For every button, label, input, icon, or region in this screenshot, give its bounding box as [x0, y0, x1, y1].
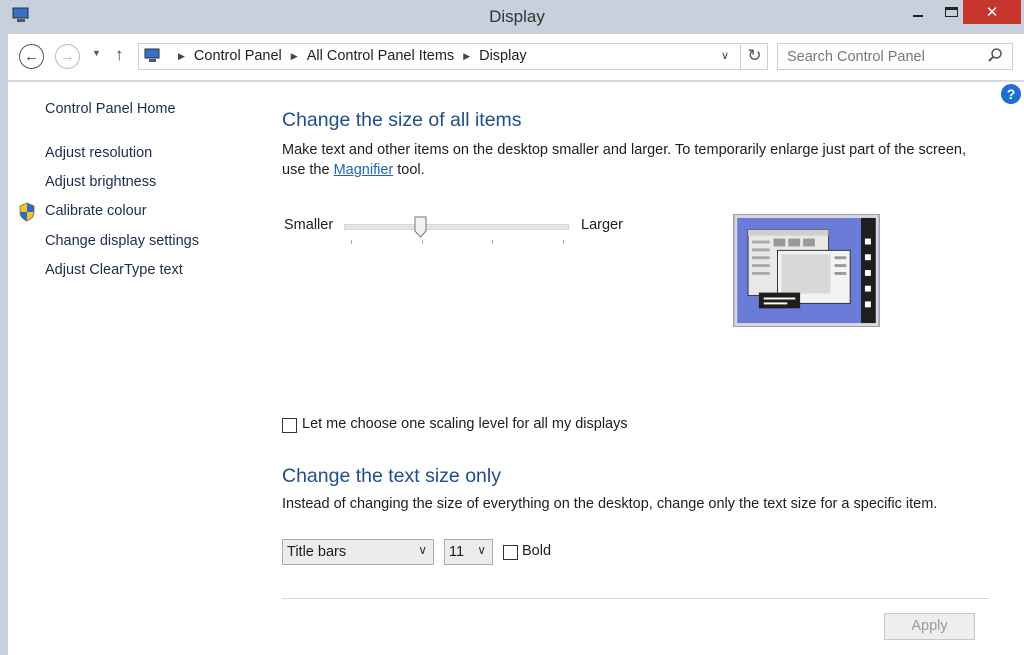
control-panel-icon — [144, 48, 160, 62]
item-select[interactable]: Title bars ∨ — [282, 539, 434, 565]
magnifier-link[interactable]: Magnifier — [334, 162, 394, 178]
section-title-text-size: Change the text size only — [282, 465, 501, 487]
breadcrumb: ▶ Control Panel ▶ All Control Panel Item… — [169, 48, 527, 64]
section-title-size: Change the size of all items — [282, 109, 522, 131]
sidebar-control-panel-home[interactable]: Control Panel Home — [45, 101, 176, 117]
breadcrumb-separator-icon: ▶ — [178, 50, 185, 61]
minimize-icon — [913, 15, 923, 17]
sidebar-adjust-brightness[interactable]: Adjust brightness — [45, 174, 156, 190]
apply-button[interactable]: Apply — [884, 613, 975, 640]
sidebar-calibrate-colour[interactable]: Calibrate colour — [45, 203, 147, 219]
title-bar: Display ✕ — [0, 0, 1024, 34]
chevron-down-icon: ∨ — [477, 543, 486, 557]
window-title: Display — [489, 7, 545, 26]
refresh-button[interactable]: ↻ — [740, 44, 768, 69]
close-icon: ✕ — [985, 4, 999, 21]
navigation-bar: ← → ▼ ↑ ▶ Control Panel ▶ All Control Pa… — [8, 34, 1024, 81]
search-input[interactable]: Search Control Panel — [777, 43, 1013, 70]
main-content: ? Control Panel Home Adjust resolution A… — [8, 82, 1024, 655]
close-button[interactable]: ✕ — [963, 0, 1021, 24]
slider-tick — [351, 240, 352, 244]
window-border — [0, 34, 8, 655]
bold-label[interactable]: Bold — [522, 543, 551, 559]
sidebar-adjust-cleartype[interactable]: Adjust ClearType text — [45, 262, 183, 278]
item-select-value: Title bars — [287, 544, 347, 560]
help-icon[interactable]: ? — [1001, 84, 1021, 104]
scaling-level-label[interactable]: Let me choose one scaling level for all … — [302, 416, 628, 432]
search-icon[interactable] — [987, 47, 1003, 63]
slider-tick — [422, 240, 423, 244]
size-slider-thumb[interactable] — [414, 216, 427, 238]
breadcrumb-display[interactable]: Display — [479, 48, 527, 64]
up-button[interactable]: ↑ — [115, 45, 124, 65]
slider-tick — [492, 240, 493, 244]
slider-min-label: Smaller — [284, 217, 334, 233]
size-slider-track[interactable] — [344, 224, 569, 230]
slider-tick — [563, 240, 564, 244]
address-bar[interactable]: ▶ Control Panel ▶ All Control Panel Item… — [138, 43, 768, 70]
breadcrumb-all-items[interactable]: All Control Panel Items — [307, 48, 454, 64]
description-text-end: tool. — [393, 162, 425, 178]
maximize-icon — [944, 7, 958, 17]
sidebar-change-display-settings[interactable]: Change display settings — [45, 233, 199, 249]
forward-button[interactable]: → — [55, 44, 80, 69]
breadcrumb-control-panel[interactable]: Control Panel — [194, 48, 282, 64]
address-dropdown-button[interactable]: ∨ — [721, 49, 729, 62]
display-preview-image — [733, 214, 880, 327]
refresh-icon: ↻ — [747, 46, 762, 65]
recent-locations-dropdown[interactable]: ▼ — [92, 48, 101, 58]
scaling-level-checkbox[interactable] — [282, 418, 297, 433]
section-description-size: Make text and other items on the desktop… — [282, 140, 992, 180]
chevron-down-icon: ∨ — [418, 543, 427, 557]
minimize-button[interactable] — [901, 0, 935, 24]
arrow-left-icon: ← — [24, 48, 39, 65]
section-description-text-size: Instead of changing the size of everythi… — [282, 496, 938, 512]
arrow-right-icon: → — [60, 48, 75, 65]
breadcrumb-separator-icon: ▶ — [463, 50, 471, 61]
uac-shield-icon — [19, 202, 35, 222]
font-size-select[interactable]: 11 ∨ — [444, 539, 493, 565]
slider-max-label: Larger — [581, 217, 623, 233]
divider — [282, 598, 989, 599]
font-size-select-value: 11 — [449, 544, 465, 560]
breadcrumb-separator-icon: ▶ — [290, 50, 298, 61]
back-button[interactable]: ← — [19, 44, 44, 69]
search-placeholder: Search Control Panel — [787, 49, 925, 65]
bold-checkbox[interactable] — [503, 545, 518, 560]
sidebar-adjust-resolution[interactable]: Adjust resolution — [45, 145, 152, 161]
